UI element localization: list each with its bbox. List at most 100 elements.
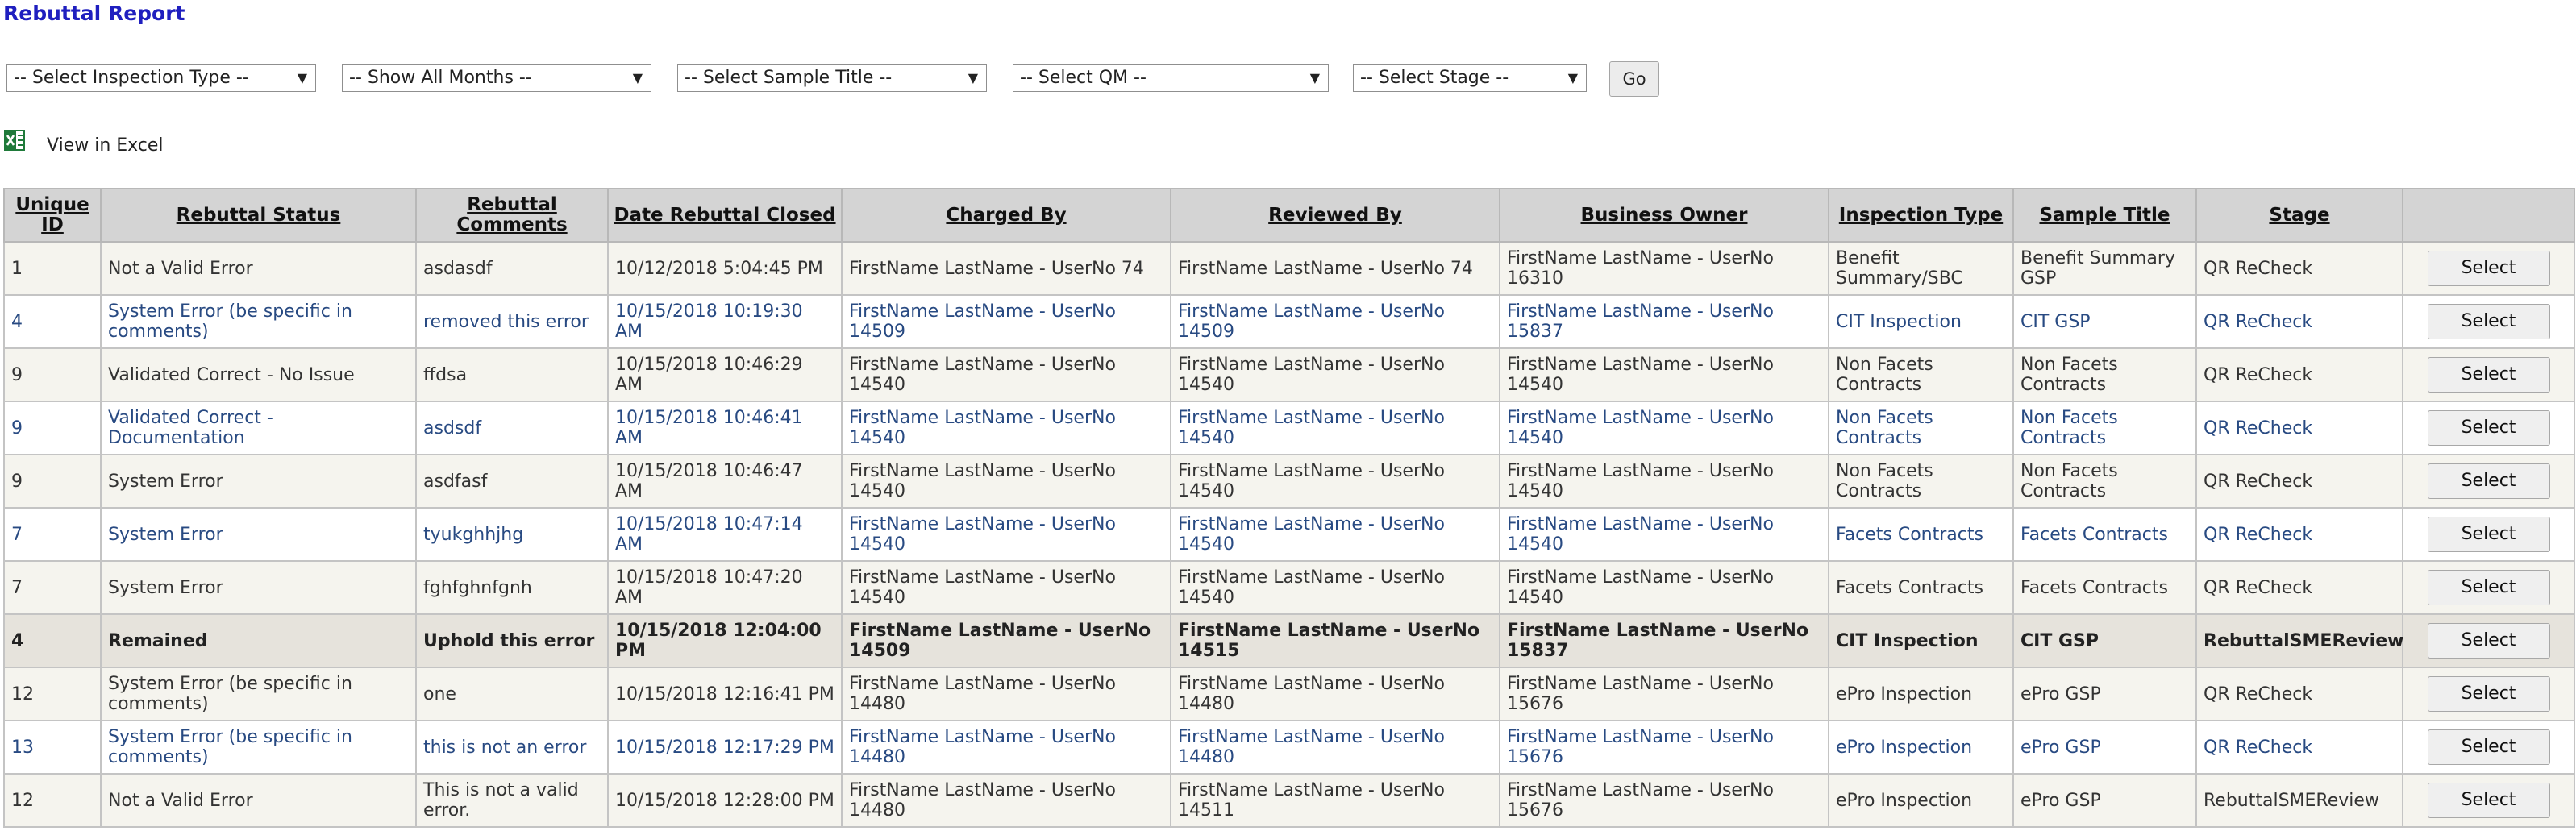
table-row: 9 Validated Correct - No Issue ffdsa 10/15/… xyxy=(3,347,2575,402)
stage-select-value: -- Select Stage -- xyxy=(1360,68,1509,88)
cell-actions: Select xyxy=(2402,401,2575,455)
select-button[interactable]: Select xyxy=(2427,517,2550,552)
column-header-business-owner[interactable]: Business Owner xyxy=(1499,188,1829,243)
cell-reviewed-by: FirstName LastName - UserNo 14511 xyxy=(1170,773,1500,828)
cell-date-rebuttal-closed: 10/12/2018 5:04:45 PM xyxy=(607,241,843,296)
cell-reviewed-by: FirstName LastName - UserNo 74 xyxy=(1170,241,1500,296)
cell-sample-title: Facets Contracts xyxy=(2012,560,2197,615)
cell-business-owner: FirstName LastName - UserNo 14540 xyxy=(1499,347,1829,402)
column-header-inspection-type[interactable]: Inspection Type xyxy=(1828,188,2014,243)
cell-rebuttal-comments: asdsdf xyxy=(415,401,609,455)
cell-rebuttal-comments: This is not a valid error. xyxy=(415,773,609,828)
cell-rebuttal-comments: asdasdf xyxy=(415,241,609,296)
cell-inspection-type: Non Facets Contracts xyxy=(1828,454,2014,509)
page-title: Rebuttal Report xyxy=(3,2,185,25)
select-button[interactable]: Select xyxy=(2427,623,2550,659)
select-button[interactable]: Select xyxy=(2427,676,2550,712)
cell-sample-title: ePro GSP xyxy=(2012,667,2197,721)
sample-title-select[interactable]: -- Select Sample Title -- ▼ xyxy=(677,64,987,92)
cell-charged-by: FirstName LastName - UserNo 14509 xyxy=(841,613,1171,668)
rebuttal-table: Unique ID Rebuttal Status Rebuttal Comme… xyxy=(3,188,2575,828)
cell-reviewed-by: FirstName LastName - UserNo 14509 xyxy=(1170,294,1500,349)
cell-unique-id: 4 xyxy=(3,294,102,349)
cell-unique-id: 1 xyxy=(3,241,102,296)
cell-rebuttal-status: Validated Correct - Documentation xyxy=(100,401,417,455)
stage-select[interactable]: -- Select Stage -- ▼ xyxy=(1353,64,1587,92)
cell-rebuttal-status: Validated Correct - No Issue xyxy=(100,347,417,402)
cell-date-rebuttal-closed: 10/15/2018 10:46:41 AM xyxy=(607,401,843,455)
cell-stage: RebuttalSMEReview xyxy=(2195,773,2403,828)
cell-charged-by: FirstName LastName - UserNo 74 xyxy=(841,241,1171,296)
select-button[interactable]: Select xyxy=(2427,570,2550,605)
cell-actions: Select xyxy=(2402,613,2575,668)
cell-rebuttal-comments: one xyxy=(415,667,609,721)
cell-inspection-type: CIT Inspection xyxy=(1828,613,2014,668)
inspection-type-select[interactable]: -- Select Inspection Type -- ▼ xyxy=(6,64,316,92)
cell-reviewed-by: FirstName LastName - UserNo 14540 xyxy=(1170,454,1500,509)
cell-actions: Select xyxy=(2402,241,2575,296)
cell-inspection-type: ePro Inspection xyxy=(1828,720,2014,775)
cell-sample-title: CIT GSP xyxy=(2012,294,2197,349)
select-button[interactable]: Select xyxy=(2427,410,2550,446)
cell-stage: QR ReCheck xyxy=(2195,667,2403,721)
cell-unique-id: 13 xyxy=(3,720,102,775)
cell-inspection-type: Non Facets Contracts xyxy=(1828,401,2014,455)
cell-rebuttal-comments: fghfghnfgnh xyxy=(415,560,609,615)
cell-date-rebuttal-closed: 10/15/2018 10:47:20 AM xyxy=(607,560,843,615)
cell-actions: Select xyxy=(2402,560,2575,615)
column-header-date-rebuttal-closed[interactable]: Date Rebuttal Closed xyxy=(607,188,843,243)
column-header-charged-by[interactable]: Charged By xyxy=(841,188,1171,243)
cell-actions: Select xyxy=(2402,454,2575,509)
cell-reviewed-by: FirstName LastName - UserNo 14540 xyxy=(1170,507,1500,562)
select-button[interactable]: Select xyxy=(2427,463,2550,499)
cell-unique-id: 9 xyxy=(3,454,102,509)
column-header-stage[interactable]: Stage xyxy=(2195,188,2403,243)
cell-inspection-type: Facets Contracts xyxy=(1828,560,2014,615)
cell-stage: QR ReCheck xyxy=(2195,347,2403,402)
select-button[interactable]: Select xyxy=(2427,357,2550,393)
cell-date-rebuttal-closed: 10/15/2018 10:47:14 AM xyxy=(607,507,843,562)
cell-rebuttal-comments: tyukghhjhg xyxy=(415,507,609,562)
cell-stage: QR ReCheck xyxy=(2195,401,2403,455)
column-header-rebuttal-comments[interactable]: Rebuttal Comments xyxy=(415,188,609,243)
cell-rebuttal-comments: Uphold this error xyxy=(415,613,609,668)
cell-date-rebuttal-closed: 10/15/2018 12:17:29 PM xyxy=(607,720,843,775)
select-button[interactable]: Select xyxy=(2427,304,2550,339)
cell-stage: QR ReCheck xyxy=(2195,241,2403,296)
cell-unique-id: 7 xyxy=(3,560,102,615)
cell-sample-title: ePro GSP xyxy=(2012,720,2197,775)
column-header-rebuttal-status[interactable]: Rebuttal Status xyxy=(100,188,417,243)
table-row: 12 Not a Valid Error This is not a valid e… xyxy=(3,773,2575,828)
cell-unique-id: 4 xyxy=(3,613,102,668)
select-button[interactable]: Select xyxy=(2427,251,2550,286)
cell-rebuttal-comments: removed this error xyxy=(415,294,609,349)
cell-stage: QR ReCheck xyxy=(2195,720,2403,775)
cell-unique-id: 9 xyxy=(3,347,102,402)
cell-rebuttal-status: System Error xyxy=(100,507,417,562)
column-header-sample-title[interactable]: Sample Title xyxy=(2012,188,2197,243)
cell-actions: Select xyxy=(2402,773,2575,828)
cell-date-rebuttal-closed: 10/15/2018 12:28:00 PM xyxy=(607,773,843,828)
select-button[interactable]: Select xyxy=(2427,729,2550,765)
cell-rebuttal-status: Not a Valid Error xyxy=(100,241,417,296)
dropdown-arrow-icon: ▼ xyxy=(632,70,643,85)
months-select-value: -- Show All Months -- xyxy=(349,68,532,88)
column-header-unique-id[interactable]: Unique ID xyxy=(3,188,102,243)
months-select[interactable]: -- Show All Months -- ▼ xyxy=(342,64,651,92)
select-button[interactable]: Select xyxy=(2427,783,2550,818)
cell-charged-by: FirstName LastName - UserNo 14540 xyxy=(841,507,1171,562)
qm-select[interactable]: -- Select QM -- ▼ xyxy=(1013,64,1329,92)
cell-inspection-type: Facets Contracts xyxy=(1828,507,2014,562)
go-button[interactable]: Go xyxy=(1609,61,1659,97)
cell-charged-by: FirstName LastName - UserNo 14480 xyxy=(841,773,1171,828)
cell-charged-by: FirstName LastName - UserNo 14509 xyxy=(841,294,1171,349)
column-header-reviewed-by[interactable]: Reviewed By xyxy=(1170,188,1500,243)
cell-inspection-type: ePro Inspection xyxy=(1828,667,2014,721)
cell-business-owner: FirstName LastName - UserNo 15837 xyxy=(1499,613,1829,668)
cell-actions: Select xyxy=(2402,720,2575,775)
cell-rebuttal-comments: this is not an error xyxy=(415,720,609,775)
excel-icon xyxy=(4,130,25,151)
cell-business-owner: FirstName LastName - UserNo 15837 xyxy=(1499,294,1829,349)
cell-date-rebuttal-closed: 10/15/2018 12:04:00 PM xyxy=(607,613,843,668)
cell-actions: Select xyxy=(2402,507,2575,562)
